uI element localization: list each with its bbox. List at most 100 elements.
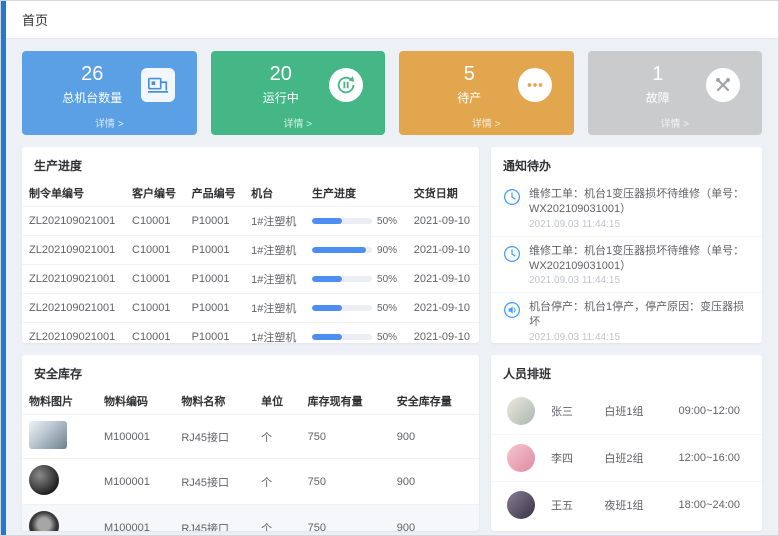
production-column-header: 机台 (244, 180, 305, 207)
stat-cards-row: 26 总机台数量 详情 > 20 运行中 详情 > 5 待产 详情 > (22, 51, 762, 135)
production-table: 制令单编号客户编号产品编号机台生产进度交货日期 ZL202109021001 C… (22, 180, 479, 343)
machine-cell: 1#注塑机 (244, 265, 305, 294)
avatar (507, 444, 535, 472)
date-cell: 2021-09-10 (407, 207, 479, 236)
notice-item[interactable]: 维修工单：机台1变压器损坏待维修（单号：WX202109031001） 2021… (491, 180, 762, 237)
progress-bar (312, 247, 372, 253)
notice-time: 2021.09.03 11:44:15 (529, 275, 750, 286)
stat-card-text: 26 总机台数量 (44, 63, 141, 106)
stat-value: 26 (44, 63, 141, 86)
inventory-column-header: 安全库存量 (390, 388, 479, 415)
inventory-row: M100001 RJ45接口 个 750 900 (22, 505, 479, 532)
shift-label: 白班1组 (604, 403, 678, 419)
stat-detail-link[interactable]: 详情 > (588, 115, 763, 130)
inventory-column-header: 物料名称 (174, 388, 254, 415)
tools-icon (706, 68, 740, 102)
production-row: ZL202109021001 C10001 P10001 1#注塑机 50% 2… (22, 323, 479, 344)
product-cell: P10001 (185, 207, 245, 236)
clock-icon (503, 245, 521, 287)
machine-icon (141, 68, 175, 102)
stat-card-1[interactable]: 20 运行中 详情 > (211, 51, 386, 135)
notice-text: 机台停产：机台1停产，停产原因：变压器损坏 (529, 300, 750, 330)
progress-percent: 50% (377, 274, 397, 285)
machine-cell: 1#注塑机 (244, 294, 305, 323)
shift-time: 12:00~16:00 (679, 452, 746, 464)
stat-card-0[interactable]: 26 总机台数量 详情 > (22, 51, 197, 135)
material-photo (29, 421, 67, 449)
stat-card-3[interactable]: 1 故障 详情 > (588, 51, 763, 135)
schedule-panel-title: 人员排班 (491, 355, 762, 388)
inventory-panel-title: 安全库存 (22, 355, 479, 388)
notice-item[interactable]: 机台停产：机台1停产，停产原因：变压器损坏 2021.09.03 11:44:1… (491, 293, 762, 343)
material-image-cell (22, 415, 97, 459)
inventory-column-header: 单位 (254, 388, 301, 415)
progress-bar (312, 276, 372, 282)
material-code-cell: M100001 (97, 459, 174, 505)
unit-cell: 个 (254, 459, 301, 505)
order-cell: ZL202109021001 (22, 294, 125, 323)
order-cell: ZL202109021001 (22, 236, 125, 265)
panels-grid: 生产进度 制令单编号客户编号产品编号机台生产进度交货日期 ZL202109021… (22, 147, 762, 531)
date-cell: 2021-09-10 (407, 236, 479, 265)
running-icon (329, 68, 363, 102)
stat-detail-link[interactable]: 详情 > (399, 115, 574, 130)
progress-cell: 90% (305, 236, 407, 265)
inventory-row: M100001 RJ45接口 个 750 900 (22, 459, 479, 505)
date-cell: 2021-09-10 (407, 294, 479, 323)
avatar (507, 491, 535, 519)
unit-cell: 个 (254, 415, 301, 459)
production-column-header: 制令单编号 (22, 180, 125, 207)
production-column-header: 产品编号 (185, 180, 245, 207)
notice-item[interactable]: 维修工单：机台1变压器损坏待维修（单号：WX202109031001） 2021… (491, 237, 762, 294)
material-name-cell: RJ45接口 (174, 459, 254, 505)
machine-cell: 1#注塑机 (244, 323, 305, 344)
schedule-row: 张三 白班1组 09:00~12:00 (491, 388, 762, 435)
avatar (507, 397, 535, 425)
production-column-header: 生产进度 (305, 180, 407, 207)
product-cell: P10001 (185, 265, 245, 294)
production-column-header: 交货日期 (407, 180, 479, 207)
stat-card-2[interactable]: 5 待产 详情 > (399, 51, 574, 135)
production-progress-panel: 生产进度 制令单编号客户编号产品编号机台生产进度交货日期 ZL202109021… (22, 147, 479, 343)
notice-list: 维修工单：机台1变压器损坏待维修（单号：WX202109031001） 2021… (491, 180, 762, 343)
material-image-cell (22, 505, 97, 532)
schedule-row: 王五 夜班1组 18:00~24:00 (491, 482, 762, 528)
sidebar-edge (1, 1, 6, 535)
order-cell: ZL202109021001 (22, 323, 125, 344)
notice-time: 2021.09.03 11:44:15 (529, 332, 750, 343)
product-cell: P10001 (185, 236, 245, 265)
notice-time: 2021.09.03 11:44:15 (529, 219, 750, 230)
staff-schedule-panel: 人员排班 张三 白班1组 09:00~12:00 李四 白班2组 12:00~1… (491, 355, 762, 531)
notice-text: 维修工单：机台1变压器损坏待维修（单号：WX202109031001） (529, 187, 750, 217)
notice-text: 维修工单：机台1变压器损坏待维修（单号：WX202109031001） (529, 244, 750, 274)
customer-cell: C10001 (125, 323, 185, 344)
production-row: ZL202109021001 C10001 P10001 1#注塑机 50% 2… (22, 294, 479, 323)
staff-name: 张三 (551, 403, 604, 419)
order-cell: ZL202109021001 (22, 265, 125, 294)
ellipsis-icon (518, 68, 552, 102)
notice-body: 维修工单：机台1变压器损坏待维修（单号：WX202109031001） 2021… (529, 244, 750, 287)
stat-card-body: 20 运行中 (223, 63, 374, 106)
progress-bar (312, 305, 372, 311)
stat-detail-link[interactable]: 详情 > (211, 115, 386, 130)
stock-cell: 750 (301, 415, 390, 459)
customer-cell: C10001 (125, 236, 185, 265)
stat-card-text: 5 待产 (421, 63, 518, 106)
inventory-table: 物料图片物料编码物料名称单位库存现有量安全库存量 M100001 RJ45接口 … (22, 388, 479, 531)
customer-cell: C10001 (125, 265, 185, 294)
notice-body: 机台停产：机台1停产，停产原因：变压器损坏 2021.09.03 11:44:1… (529, 300, 750, 343)
progress-percent: 50% (377, 303, 397, 314)
inventory-column-header: 物料图片 (22, 388, 97, 415)
shift-label: 白班2组 (604, 450, 678, 466)
stat-card-body: 26 总机台数量 (34, 63, 185, 106)
date-cell: 2021-09-10 (407, 323, 479, 344)
stat-card-text: 1 故障 (610, 63, 707, 106)
production-panel-title: 生产进度 (22, 147, 479, 180)
material-image-cell (22, 459, 97, 505)
stat-detail-link[interactable]: 详情 > (22, 115, 197, 130)
production-column-header: 客户编号 (125, 180, 185, 207)
staff-name: 王五 (551, 497, 604, 513)
customer-cell: C10001 (125, 294, 185, 323)
stat-value: 1 (610, 63, 707, 86)
progress-percent: 50% (377, 216, 397, 227)
